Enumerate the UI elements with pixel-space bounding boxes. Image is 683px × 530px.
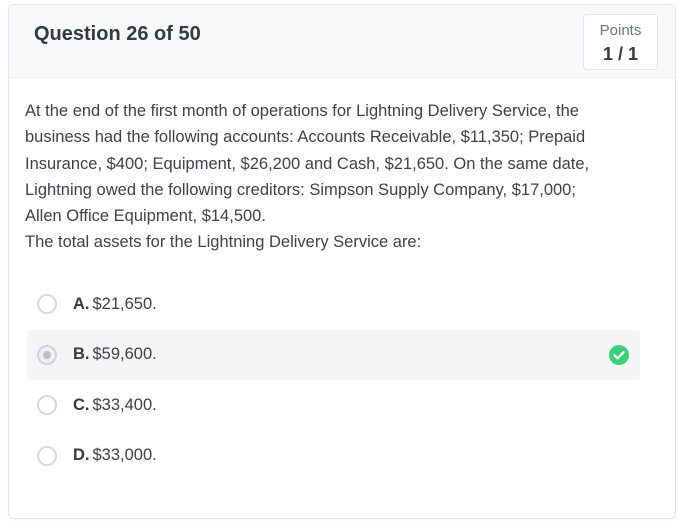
question-line: business had the following accounts: Acc…	[25, 128, 586, 147]
radio-button[interactable]	[37, 395, 57, 416]
question-line: Lightning owed the following creditors: …	[25, 180, 576, 199]
option-text: $33,000.	[92, 446, 157, 465]
points-value: 1 / 1	[602, 44, 639, 64]
question-line: At the end of the first month of operati…	[25, 102, 579, 120]
points-label: Points	[599, 22, 642, 39]
question-text: At the end of the first month of operati…	[25, 98, 640, 256]
option-letter: D.	[73, 446, 90, 465]
answer-options: A. $21,650. B. $59,600. C. $33,400. D. $…	[27, 279, 640, 481]
option-d[interactable]: D. $33,000.	[27, 431, 640, 481]
option-text: $33,400.	[92, 395, 157, 414]
question-header: Question 26 of 50 Points 1 / 1	[9, 5, 675, 78]
radio-button-selected[interactable]	[37, 344, 57, 365]
question-line: Allen Office Equipment, $14,500.	[25, 207, 266, 226]
radio-button[interactable]	[37, 445, 57, 466]
option-text: $59,600.	[92, 345, 157, 364]
option-a[interactable]: A. $21,650.	[27, 279, 640, 329]
points-box: Points 1 / 1	[583, 14, 658, 70]
option-letter: C.	[73, 395, 90, 414]
option-text: $21,650.	[92, 294, 157, 313]
option-b[interactable]: B. $59,600.	[27, 329, 640, 380]
option-letter: A.	[73, 294, 90, 313]
question-line: Insurance, $400; Equipment, $26,200 and …	[25, 154, 590, 173]
radio-button[interactable]	[37, 294, 57, 314]
question-line: The total assets for the Lightning Deliv…	[25, 233, 422, 252]
check-circle-icon	[609, 344, 629, 365]
question-title: Question 26 of 50	[34, 23, 201, 45]
option-letter: B.	[73, 345, 90, 364]
option-c[interactable]: C. $33,400.	[27, 380, 640, 430]
